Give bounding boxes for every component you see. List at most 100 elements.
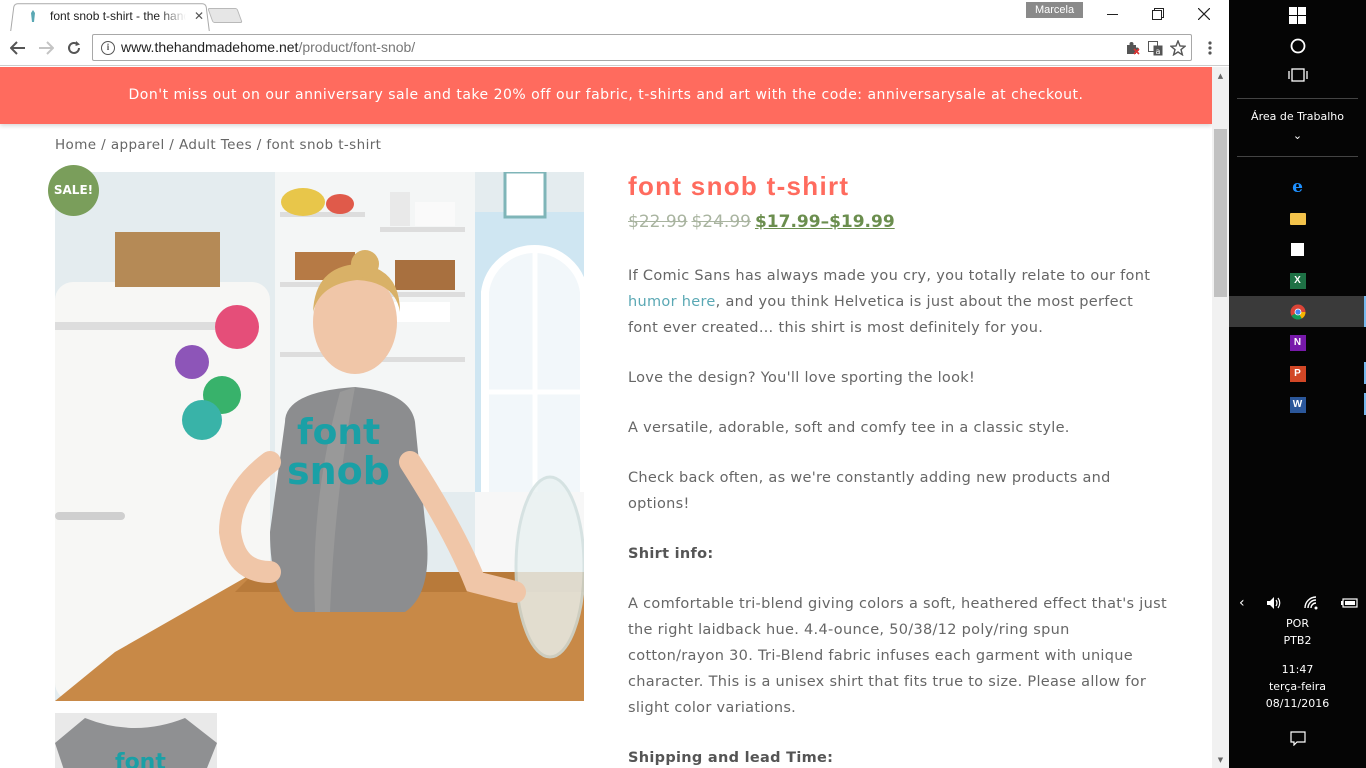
desktop-toolbar-label[interactable]: Área de Trabalho xyxy=(1229,110,1366,123)
tab-close-icon[interactable]: ✕ xyxy=(194,9,204,23)
shipping-heading: Shipping and lead Time: xyxy=(628,750,834,766)
page-scrollbar[interactable]: ▲ ▼ xyxy=(1212,67,1229,768)
tab-active[interactable]: font snob t-shirt - the handmade home ✕ xyxy=(22,3,207,29)
action-center-button[interactable] xyxy=(1229,723,1366,754)
close-icon xyxy=(1198,8,1210,20)
description-paragraph-3: A versatile, adorable, soft and comfy te… xyxy=(628,420,1070,436)
address-bar[interactable]: i www.thehandmadehome.net/product/font-s… xyxy=(92,34,1192,61)
original-price-low: $22.99 xyxy=(628,212,688,232)
minimize-button[interactable] xyxy=(1089,0,1135,28)
page-viewport: Don't miss out on our anniversary sale a… xyxy=(0,67,1212,768)
tab-title: font snob t-shirt - the handmade home xyxy=(50,9,186,23)
humor-here-link[interactable]: humor here xyxy=(628,294,716,310)
restore-button[interactable] xyxy=(1135,0,1181,28)
minimize-icon xyxy=(1106,13,1118,15)
chrome-menu-button[interactable] xyxy=(1202,38,1218,58)
taskbar-excel[interactable]: X xyxy=(1229,265,1366,296)
powerpoint-icon: P xyxy=(1289,365,1306,382)
scrollbar-thumb[interactable] xyxy=(1214,129,1227,297)
more-vertical-icon xyxy=(1208,41,1212,55)
taskbar-powerpoint[interactable]: P xyxy=(1229,358,1366,389)
original-price-high: $24.99 xyxy=(691,212,751,232)
chrome-logo-icon xyxy=(1290,304,1306,320)
new-tab-button[interactable] xyxy=(207,8,243,23)
shirt-info-heading: Shirt info: xyxy=(628,546,714,562)
breadcrumb-apparel[interactable]: apparel xyxy=(111,137,165,153)
forward-arrow-icon xyxy=(39,41,54,55)
cortana-button[interactable] xyxy=(1229,30,1366,61)
taskbar-divider xyxy=(1237,156,1358,157)
thumbnail-shirt-print: font xyxy=(115,750,166,768)
shirt-info-paragraph: A comfortable tri-blend giving colors a … xyxy=(628,596,1167,716)
breadcrumb-home[interactable]: Home xyxy=(55,137,96,153)
bookmark-star-icon[interactable] xyxy=(1169,39,1187,57)
translate-icon[interactable]: a xyxy=(1146,39,1164,57)
breadcrumb-separator: / xyxy=(96,137,111,153)
back-button[interactable] xyxy=(6,37,30,59)
back-arrow-icon xyxy=(10,41,25,55)
clock-date[interactable]: 08/11/2016 xyxy=(1229,697,1366,710)
browser-window: font snob t-shirt - the handmade home ✕ … xyxy=(0,0,1229,768)
wifi-icon[interactable] xyxy=(1303,596,1320,610)
scroll-down-arrow-icon[interactable]: ▼ xyxy=(1212,751,1229,768)
task-view-icon xyxy=(1287,67,1308,82)
breadcrumb-current: font snob t-shirt xyxy=(266,137,382,153)
description-paragraph-2: Love the design? You'll love sporting th… xyxy=(628,370,976,386)
shirt-print-line-2: snob xyxy=(287,449,390,493)
task-view-button[interactable] xyxy=(1229,59,1366,90)
description-paragraph-1: If Comic Sans has always made you cry, y… xyxy=(628,263,1168,341)
tab-strip: font snob t-shirt - the handmade home ✕ … xyxy=(0,0,1229,32)
close-window-button[interactable] xyxy=(1181,0,1227,28)
chevron-down-icon[interactable]: ⌄ xyxy=(1229,129,1366,142)
reload-icon xyxy=(68,41,80,54)
cortana-circle-icon xyxy=(1290,38,1305,53)
windows-logo-icon xyxy=(1289,7,1306,24)
taskbar-divider xyxy=(1237,98,1358,99)
url-path: /product/font-snob/ xyxy=(298,39,416,55)
word-icon: W xyxy=(1289,396,1306,413)
sale-price: $17.99–$19.99 xyxy=(754,212,895,232)
clock-day[interactable]: terça-feira xyxy=(1229,680,1366,693)
breadcrumb-adult-tees[interactable]: Adult Tees xyxy=(179,137,252,153)
system-tray: ‹ xyxy=(1239,593,1359,613)
site-info-icon[interactable]: i xyxy=(101,41,115,55)
taskbar-edge[interactable]: e xyxy=(1229,171,1366,202)
taskbar-word[interactable]: W xyxy=(1229,389,1366,420)
start-button[interactable] xyxy=(1229,0,1366,31)
battery-icon[interactable] xyxy=(1340,597,1359,609)
taskbar-chrome[interactable] xyxy=(1229,296,1366,327)
input-language[interactable]: POR xyxy=(1229,617,1366,630)
product-main-image[interactable]: font snob xyxy=(55,172,584,701)
site-favicon-icon xyxy=(26,9,40,23)
onenote-icon: N xyxy=(1289,334,1306,351)
browser-toolbar: i www.thehandmadehome.net/product/font-s… xyxy=(0,31,1229,66)
url-host: www.thehandmadehome.net xyxy=(121,39,299,55)
svg-text:a: a xyxy=(1155,47,1160,56)
description-text: If Comic Sans has always made you cry, y… xyxy=(628,268,1151,284)
product-price: $22.99 $24.99 $17.99–$19.99 xyxy=(628,212,895,232)
volume-icon[interactable] xyxy=(1266,596,1282,610)
chevron-left-icon[interactable]: ‹ xyxy=(1239,595,1245,611)
windows-taskbar: Área de Trabalho ⌄ e X N P W ‹ POR PTB2 … xyxy=(1229,0,1366,768)
taskbar-file-explorer[interactable] xyxy=(1229,203,1366,234)
sale-banner: Don't miss out on our anniversary sale a… xyxy=(0,67,1212,124)
clock-time[interactable]: 11:47 xyxy=(1229,663,1366,676)
profile-badge[interactable]: Marcela xyxy=(1026,2,1083,18)
extension-puzzle-icon[interactable] xyxy=(1124,39,1142,57)
keyboard-layout[interactable]: PTB2 xyxy=(1229,634,1366,647)
breadcrumb: Home / apparel / Adult Tees / font snob … xyxy=(55,137,381,153)
scroll-up-arrow-icon[interactable]: ▲ xyxy=(1212,67,1229,84)
restore-icon xyxy=(1152,8,1164,20)
taskbar-store[interactable] xyxy=(1229,234,1366,265)
product-thumbnail[interactable]: font xyxy=(55,713,217,768)
description-paragraph-4: Check back often, as we're constantly ad… xyxy=(628,470,1111,512)
reload-button[interactable] xyxy=(62,37,86,59)
sale-badge: SALE! xyxy=(48,165,99,216)
taskbar-onenote[interactable]: N xyxy=(1229,327,1366,358)
breadcrumb-separator: / xyxy=(164,137,179,153)
notifications-icon xyxy=(1289,731,1306,746)
url-text[interactable]: www.thehandmadehome.net/product/font-sno… xyxy=(121,39,415,55)
shirt-print-line-1: font xyxy=(297,412,380,453)
product-title: font snob t-shirt xyxy=(628,171,850,201)
forward-button[interactable] xyxy=(34,37,58,59)
